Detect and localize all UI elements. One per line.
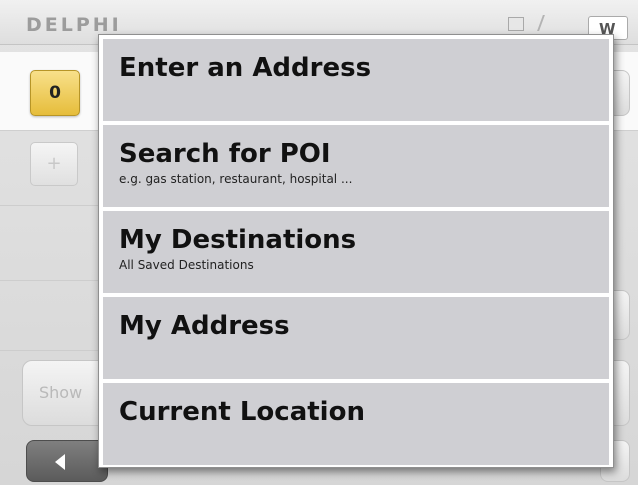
- menu-item-subtitle: All Saved Destinations: [119, 258, 254, 272]
- divider: [0, 350, 100, 351]
- menu-item-title: My Address: [119, 311, 290, 341]
- add-button[interactable]: +: [30, 142, 78, 186]
- menu-item-my-destinations[interactable]: My Destinations All Saved Destinations: [103, 211, 609, 293]
- signal-icon: [537, 15, 555, 31]
- menu-item-title: Enter an Address: [119, 53, 372, 83]
- divider: [0, 205, 100, 206]
- menu-item-title: Search for POI: [119, 139, 331, 169]
- count-badge[interactable]: 0: [30, 70, 80, 116]
- plus-icon: +: [46, 153, 62, 174]
- back-button[interactable]: [26, 440, 108, 482]
- divider: [0, 280, 100, 281]
- menu-item-title: Current Location: [119, 397, 365, 427]
- menu-item-enter-address[interactable]: Enter an Address: [103, 39, 609, 121]
- back-arrow-icon: [55, 454, 65, 470]
- menu-item-my-address[interactable]: My Address: [103, 297, 609, 379]
- menu-item-subtitle: e.g. gas station, restaurant, hospital .…: [119, 172, 353, 186]
- destination-menu: Enter an Address Search for POI e.g. gas…: [98, 34, 614, 468]
- status-icon: [508, 17, 524, 31]
- menu-item-title: My Destinations: [119, 225, 357, 255]
- brand-logo: DELPHI: [26, 14, 122, 36]
- menu-item-search-poi[interactable]: Search for POI e.g. gas station, restaur…: [103, 125, 609, 207]
- menu-item-current-location[interactable]: Current Location: [103, 383, 609, 465]
